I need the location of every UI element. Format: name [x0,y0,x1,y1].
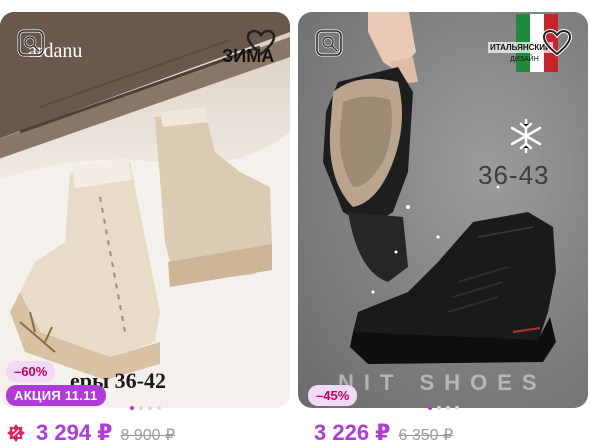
product-photo-illustration [0,12,290,408]
snowflake-icon [510,118,542,154]
pagination-dot [436,406,441,410]
product-card-boots-black[interactable]: ИТАЛЬЯНСКИЙ ДИЗАЙН 36-43 NIT SHOES –45% … [298,0,588,448]
product-image[interactable]: ИТАЛЬЯНСКИЙ ДИЗАЙН 36-43 NIT SHOES [298,12,588,408]
promo-flower-icon [7,424,25,442]
pagination-dot [129,406,134,410]
image-pagination-dots [298,406,588,412]
heart-icon[interactable] [542,28,572,58]
pagination-dot [445,406,450,410]
discount-badge: –45% [308,385,358,406]
pagination-dot [138,406,143,410]
pagination-dot [427,406,432,410]
product-image[interactable]: ardanu ЗИМА еры 36-42 [0,12,290,408]
similar-search-icon[interactable] [16,28,46,58]
heart-icon[interactable] [246,28,276,58]
current-price: 3 226 ₽ [314,420,391,445]
design-sublabel: ДИЗАЙН [510,56,539,63]
product-card-boots-beige[interactable]: ardanu ЗИМА еры 36-42 –60% АКЦИЯ 11.11 3… [0,0,290,448]
sizes-text: 36-43 [478,160,550,190]
pagination-dot [454,406,459,410]
old-price: 8 900 ₽ [120,427,176,444]
promo-badge: АКЦИЯ 11.11 [6,385,106,406]
price-row: 3 294 ₽ 8 900 ₽ [6,420,175,446]
image-pagination-dots [0,406,290,412]
pagination-dot [156,406,161,410]
discount-badge: –60% [6,361,56,382]
old-price: 6 350 ₽ [398,427,454,444]
current-price: 3 294 ₽ [36,420,113,445]
brand-watermark: NIT SHOES [338,370,547,395]
similar-search-icon[interactable] [314,28,344,58]
product-photo-illustration [323,12,558,364]
pagination-dot [147,406,152,410]
price-row: 3 226 ₽ 6 350 ₽ [314,420,453,446]
